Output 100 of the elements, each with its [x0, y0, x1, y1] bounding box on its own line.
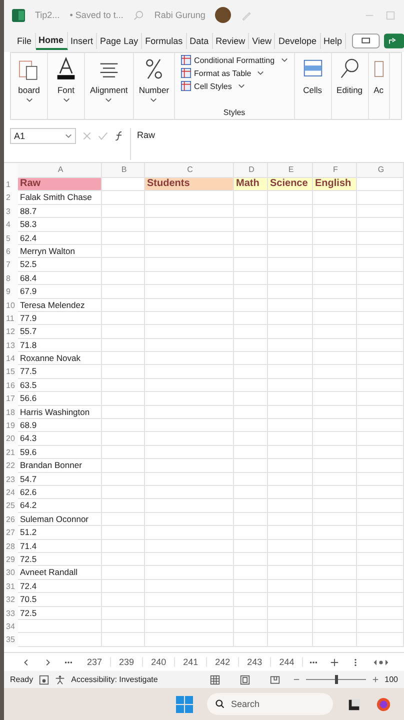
zoom-slider[interactable]: [334, 675, 338, 684]
row-header[interactable]: 20: [4, 432, 18, 446]
ribbon-tab[interactable]: Page Lay: [97, 33, 142, 49]
empty-cell: [268, 272, 313, 286]
row-header[interactable]: 31: [4, 580, 18, 594]
empty-cell: [102, 486, 145, 500]
row-header[interactable]: 25: [4, 499, 18, 513]
styles-menu-button[interactable]: Cell Styles: [181, 81, 288, 91]
row-header[interactable]: 35: [4, 633, 18, 647]
row-header[interactable]: 6: [4, 244, 18, 258]
sheet-tab[interactable]: 237: [79, 657, 112, 667]
ribbon-tab[interactable]: Insert: [68, 33, 98, 49]
zoom-reading: 100: [384, 675, 398, 684]
app-logo-icon[interactable]: [12, 8, 25, 22]
row-header[interactable]: 3: [4, 204, 18, 218]
taskbar-search[interactable]: Search: [207, 693, 333, 715]
ribbon-button[interactable]: Number: [134, 53, 176, 119]
zoom-in-icon[interactable]: [372, 676, 379, 683]
add-sheet-icon[interactable]: [330, 658, 340, 666]
ribbon-tab[interactable]: Home: [36, 32, 68, 50]
empty-cell: [234, 432, 268, 446]
ribbon-tab[interactable]: File: [14, 33, 36, 49]
sheet-tab[interactable]: 242: [207, 657, 240, 667]
empty-cell: [234, 272, 268, 286]
column-header[interactable]: D: [234, 163, 268, 178]
ribbon-button[interactable]: board: [11, 53, 48, 119]
row-header[interactable]: 27: [4, 526, 18, 540]
column-header[interactable]: A: [18, 163, 102, 178]
row-header[interactable]: 4: [4, 218, 18, 232]
row-header[interactable]: 14: [4, 352, 18, 366]
ribbon-button[interactable]: Font: [48, 53, 85, 119]
ribbon-tab[interactable]: Review: [212, 33, 250, 49]
row-header[interactable]: 2: [4, 191, 18, 205]
start-icon[interactable]: [176, 696, 193, 712]
column-header[interactable]: F: [313, 163, 357, 178]
row-header[interactable]: 18: [4, 406, 18, 420]
row-header[interactable]: 26: [4, 512, 18, 526]
row-header[interactable]: 12: [4, 325, 18, 339]
page-layout-icon[interactable]: [240, 674, 250, 684]
ribbon-tab[interactable]: Help: [320, 33, 346, 49]
row-header[interactable]: 17: [4, 392, 18, 406]
zoom-out-icon[interactable]: [292, 676, 300, 683]
comments-button[interactable]: [352, 33, 380, 49]
function-icon[interactable]: [114, 131, 124, 141]
row-header[interactable]: 24: [4, 486, 18, 500]
row-header[interactable]: 13: [4, 338, 18, 352]
macro-icon[interactable]: [39, 674, 50, 684]
row-header[interactable]: 7: [4, 258, 18, 272]
ribbon-button[interactable]: Alignment: [85, 53, 134, 119]
row-header[interactable]: 29: [4, 552, 18, 566]
row-header[interactable]: 30: [4, 566, 18, 580]
page-break-icon[interactable]: [270, 674, 280, 684]
sheet-tab[interactable]: 240: [143, 657, 176, 667]
row-header[interactable]: 23: [4, 472, 18, 486]
row-header[interactable]: 5: [4, 232, 18, 245]
row-header[interactable]: 1: [4, 178, 18, 192]
save-status[interactable]: • Saved to t...: [70, 10, 124, 20]
check-icon[interactable]: [98, 131, 108, 141]
name-box[interactable]: A1: [10, 128, 76, 144]
accessibility-status[interactable]: Accessibility: Investigate: [71, 675, 158, 684]
accessibility-icon[interactable]: [55, 674, 66, 684]
table-cell: 52.5: [18, 258, 102, 272]
ribbon-button[interactable]: Editing: [332, 53, 369, 119]
column-header[interactable]: B: [102, 163, 145, 178]
row-header[interactable]: 11: [4, 312, 18, 326]
row-header[interactable]: 33: [4, 606, 18, 620]
ribbon-button[interactable]: Cells: [294, 53, 332, 119]
row-header[interactable]: 9: [4, 285, 18, 299]
row-header[interactable]: 10: [4, 298, 18, 312]
ribbon-tab[interactable]: Develope: [275, 33, 321, 49]
row-header[interactable]: 22: [4, 459, 18, 473]
avatar[interactable]: [215, 7, 232, 23]
row-header[interactable]: 28: [4, 540, 18, 553]
row-header[interactable]: 32: [4, 593, 18, 607]
row-header[interactable]: 21: [4, 446, 18, 460]
row-header[interactable]: 8: [4, 272, 18, 286]
row-header[interactable]: 15: [4, 365, 18, 379]
sheet-tab[interactable]: 244: [271, 657, 304, 667]
task-view-icon[interactable]: [347, 696, 362, 712]
normal-view-icon[interactable]: [210, 674, 220, 684]
ribbon-tab[interactable]: View: [249, 33, 276, 49]
ribbon-tab[interactable]: Data: [186, 33, 213, 49]
row-header[interactable]: 16: [4, 378, 18, 392]
row-header[interactable]: 19: [4, 419, 18, 432]
ribbon-tab[interactable]: Formulas: [142, 33, 187, 49]
share-button[interactable]: [384, 33, 404, 49]
row-header[interactable]: 34: [4, 620, 18, 634]
sheet-tab[interactable]: 243: [239, 657, 272, 667]
column-header[interactable]: G: [357, 163, 404, 178]
table-cell: 54.7: [18, 472, 102, 486]
column-header[interactable]: C: [145, 163, 234, 178]
browser-icon[interactable]: [376, 696, 391, 712]
sheet-tab[interactable]: 241: [175, 657, 208, 667]
ribbon-button[interactable]: Ac: [368, 53, 390, 119]
styles-menu-button[interactable]: Conditional Formatting: [181, 55, 288, 65]
scroll-arrows-icon[interactable]: [372, 658, 390, 666]
column-header[interactable]: E: [268, 163, 313, 178]
empty-cell: [268, 526, 313, 540]
styles-menu-button[interactable]: Format as Table: [181, 68, 288, 78]
sheet-tab[interactable]: 239: [111, 657, 144, 667]
